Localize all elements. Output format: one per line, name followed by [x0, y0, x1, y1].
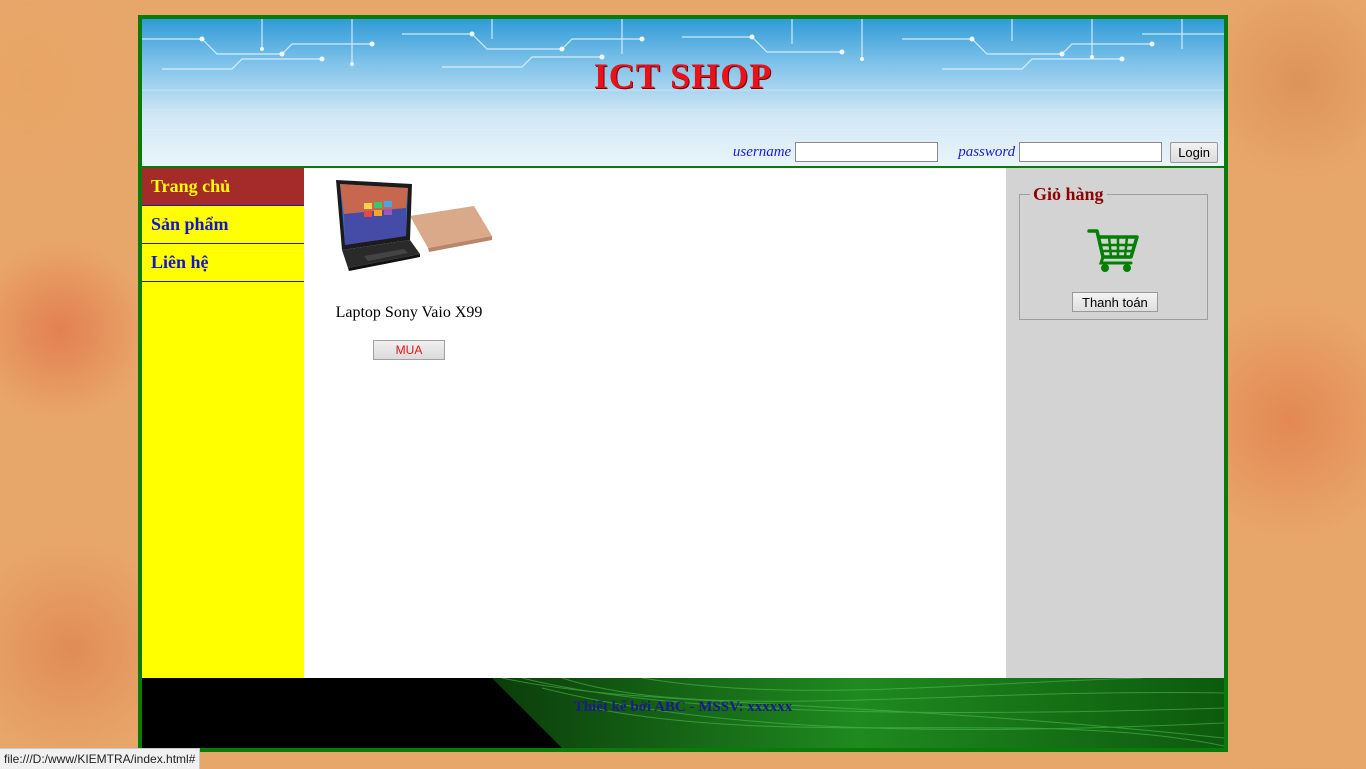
sidebar-item-home[interactable]: Trang chủ: [142, 168, 304, 206]
username-label: username: [732, 143, 792, 160]
shopping-cart-icon[interactable]: [1087, 227, 1139, 273]
footer: Thiết kế bởi ABC - MSSV: xxxxxx: [142, 678, 1224, 748]
header-banner: ICT SHOP username password Login: [142, 19, 1224, 168]
cart-box: Giỏ hàng Thanh toán: [1019, 184, 1208, 320]
password-label: password: [958, 143, 1016, 160]
username-input[interactable]: [795, 142, 939, 162]
password-input[interactable]: [1019, 142, 1163, 162]
buy-button[interactable]: MUA: [373, 340, 445, 360]
sidebar-item-products[interactable]: Sản phẩm: [142, 206, 304, 244]
laptop-image[interactable]: [324, 178, 494, 273]
footer-credit: Thiết kế bởi ABC - MSSV: xxxxxx: [573, 699, 793, 715]
checkout-button[interactable]: Thanh toán: [1072, 292, 1158, 312]
site-title: ICT SHOP: [593, 56, 773, 96]
main-content: Laptop Sony Vaio X99 MUA: [304, 168, 1006, 678]
page-frame: ICT SHOP username password Login Trang c…: [138, 15, 1228, 752]
product-card: Laptop Sony Vaio X99 MUA: [324, 178, 494, 360]
product-name[interactable]: Laptop Sony Vaio X99: [324, 304, 494, 322]
cart-panel: Giỏ hàng Thanh toán: [1006, 168, 1224, 678]
sidebar-menu: Trang chủ Sản phẩm Liên hệ: [142, 168, 304, 678]
browser-status-bar: file:///D:/www/KIEMTRA/index.html#: [0, 748, 201, 769]
login-form: username password Login: [733, 141, 1218, 163]
sidebar-item-contact[interactable]: Liên hệ: [142, 244, 304, 282]
login-button[interactable]: Login: [1170, 141, 1218, 163]
cart-title: Giỏ hàng: [1033, 184, 1104, 204]
